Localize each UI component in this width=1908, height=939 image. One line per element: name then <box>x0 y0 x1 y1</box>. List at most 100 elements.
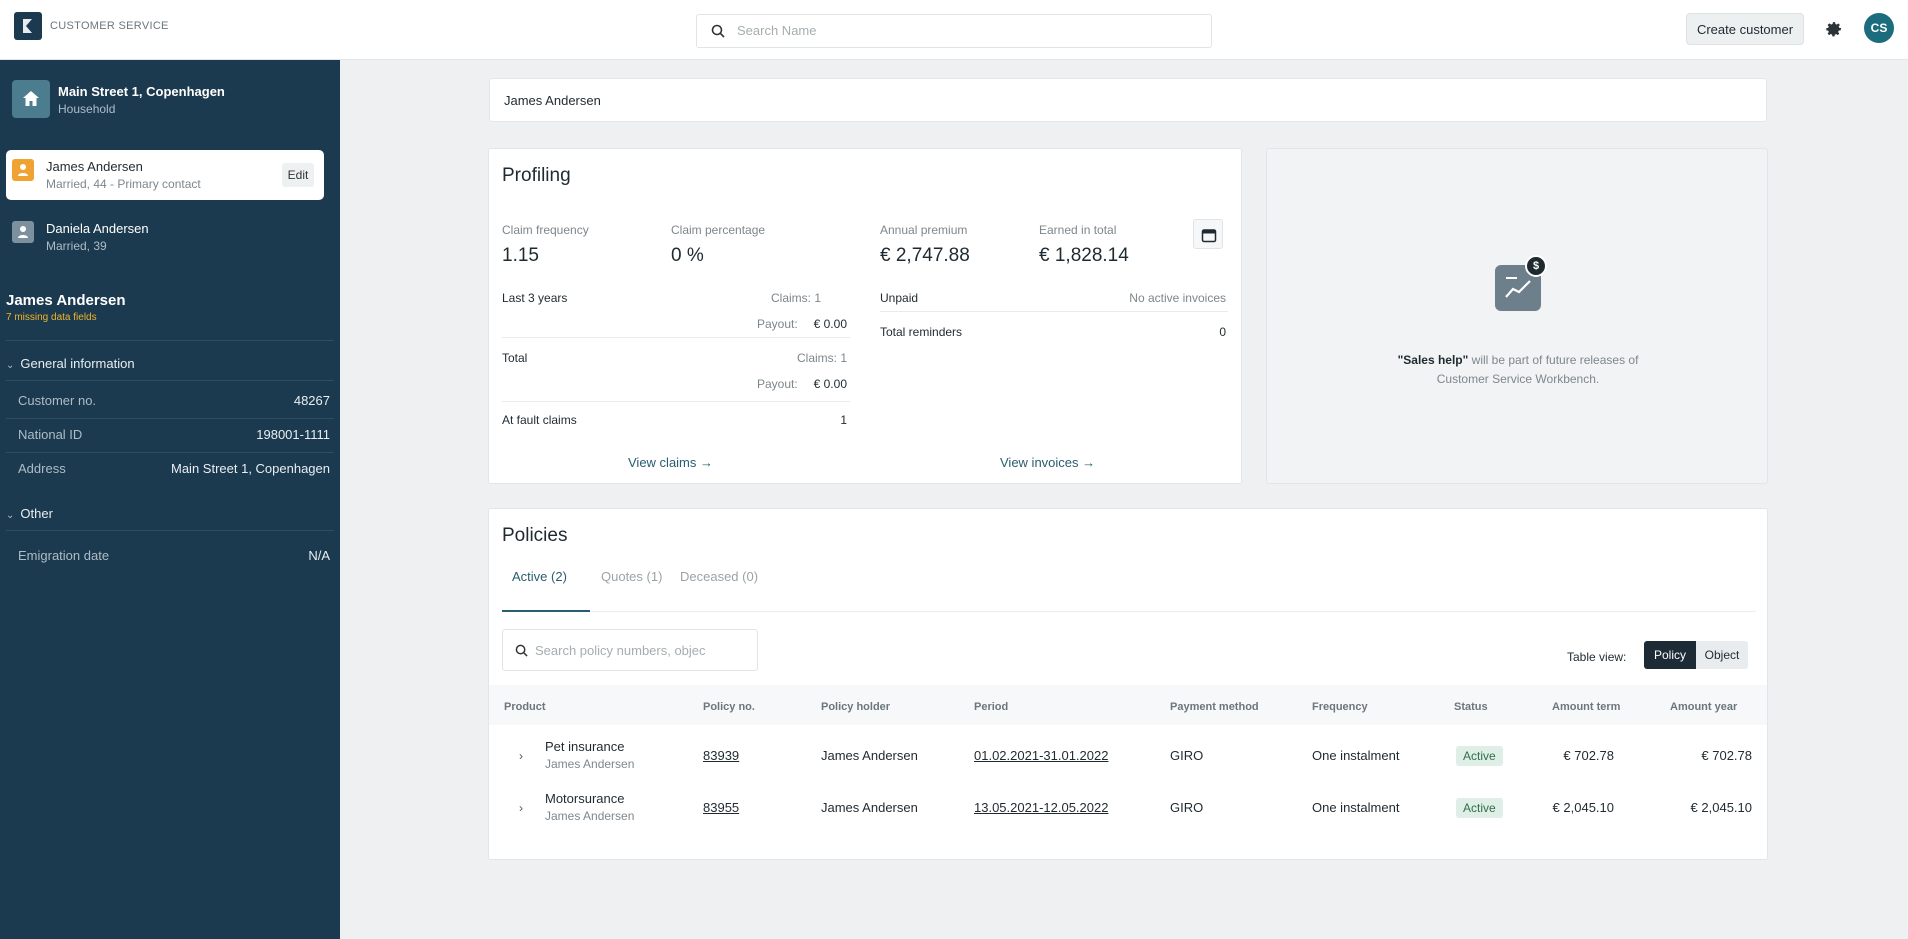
national-id-row: National ID 198001-1111 <box>18 418 330 452</box>
sales-help-bold: "Sales help" <box>1397 353 1469 367</box>
last-3-years-label: Last 3 years <box>502 291 568 305</box>
unpaid-label: Unpaid <box>880 291 919 305</box>
address-row: Address Main Street 1, Copenhagen <box>18 452 330 486</box>
policy-number-link[interactable]: 83955 <box>703 800 739 815</box>
section-other[interactable]: ⌄ Other <box>6 506 53 521</box>
period-link[interactable]: 13.05.2021-12.05.2022 <box>974 800 1108 815</box>
metric-label: Earned in total <box>1039 223 1117 237</box>
policy-number-link[interactable]: 83939 <box>703 748 739 763</box>
app-logo-icon[interactable] <box>14 12 42 40</box>
app-name: CUSTOMER SERVICE <box>50 20 169 32</box>
table-view-label: Table view: <box>1567 650 1627 664</box>
view-claims-link[interactable]: View claims → <box>628 455 713 470</box>
user-avatar[interactable]: CS <box>1864 13 1894 43</box>
table-row[interactable]: › Pet insurance James Andersen 83939 Jam… <box>489 731 1767 783</box>
divider <box>6 380 334 381</box>
table-row[interactable]: › Motorsurance James Andersen 83955 Jame… <box>489 783 1767 835</box>
chevron-right-icon[interactable]: › <box>519 801 523 815</box>
claim-frequency-metric: Claim frequency 1.15 <box>502 223 589 267</box>
view-invoices-link[interactable]: View invoices → <box>1000 455 1095 470</box>
divider <box>6 340 334 341</box>
total-label: Total <box>502 351 528 365</box>
home-icon <box>12 80 50 118</box>
policy-search[interactable] <box>502 629 758 671</box>
metric-label: Claim frequency <box>502 223 589 237</box>
chevron-down-icon: ⌄ <box>6 510 15 521</box>
field-label: Customer no. <box>18 393 97 408</box>
column-header[interactable]: Status <box>1454 701 1488 713</box>
column-header[interactable]: Amount term <box>1552 701 1620 713</box>
section-title: General information <box>20 356 135 371</box>
create-customer-button[interactable]: Create customer <box>1686 13 1804 45</box>
missing-fields-link[interactable]: 7 missing data fields <box>6 312 97 323</box>
view-object-toggle[interactable]: Object <box>1696 641 1748 669</box>
reminders-label: Total reminders <box>880 325 963 339</box>
search-icon <box>711 24 725 38</box>
chevron-right-icon[interactable]: › <box>519 749 523 763</box>
tab-active[interactable]: Active (2) <box>512 569 567 584</box>
calendar-icon <box>1201 229 1217 243</box>
member-james-andersen[interactable]: James Andersen Married, 44 - Primary con… <box>6 150 324 200</box>
emigration-date-row: Emigration date N/A <box>18 539 330 573</box>
customer-name-card: James Andersen <box>489 78 1767 122</box>
tab-deceased[interactable]: Deceased (0) <box>680 569 758 584</box>
total-payout: € 0.00 <box>813 377 847 391</box>
chevron-down-icon: ⌄ <box>6 360 15 371</box>
period-link[interactable]: 01.02.2021-31.01.2022 <box>974 748 1108 763</box>
field-label: National ID <box>18 427 83 442</box>
policy-search-input[interactable] <box>535 643 749 658</box>
household-item[interactable]: Main Street 1, Copenhagen Household <box>12 78 332 122</box>
last-3-years-payout-label: Payout: <box>757 317 798 331</box>
tabs-divider <box>502 611 1756 612</box>
at-fault-value: 1 <box>840 413 847 427</box>
sales-help-message: "Sales help" will be part of future rele… <box>1267 351 1769 389</box>
unpaid-value: No active invoices <box>1129 291 1226 305</box>
frequency: One instalment <box>1312 800 1400 815</box>
member-daniela-andersen[interactable]: Daniela Andersen Married, 39 <box>6 212 324 262</box>
column-header[interactable]: Period <box>974 701 1008 713</box>
policy-holder: James Andersen <box>821 800 918 815</box>
section-general-information[interactable]: ⌄ General information <box>6 356 135 371</box>
person-title: James Andersen <box>6 292 126 309</box>
metric-label: Annual premium <box>880 223 968 237</box>
field-value: 48267 <box>293 393 330 408</box>
amount-year: € 2,045.10 <box>1690 800 1752 815</box>
divider <box>502 401 850 402</box>
sales-help-card: $ "Sales help" will be part of future re… <box>1266 148 1768 484</box>
metric-value: 1.15 <box>502 245 539 266</box>
metric-value: € 2,747.88 <box>880 245 970 266</box>
field-label: Address <box>18 461 66 476</box>
policies-card: Policies Active (2) Quotes (1) Deceased … <box>488 508 1768 860</box>
active-tab-indicator <box>502 610 590 612</box>
household-address: Main Street 1, Copenhagen <box>58 84 225 99</box>
column-header[interactable]: Frequency <box>1312 701 1368 713</box>
gear-icon[interactable] <box>1822 18 1844 40</box>
column-header[interactable]: Amount year <box>1670 701 1737 713</box>
member-name: James Andersen <box>46 159 143 174</box>
column-header[interactable]: Payment method <box>1170 701 1259 713</box>
column-header[interactable]: Policy holder <box>821 701 890 713</box>
last-3-years-claims: Claims: 1 <box>770 291 821 305</box>
view-policy-toggle[interactable]: Policy <box>1644 641 1696 669</box>
claim-percentage-metric: Claim percentage 0 % <box>671 223 765 267</box>
sales-help-line1: will be part of future releases of <box>1468 353 1639 367</box>
sales-help-line2: Customer Service Workbench. <box>1436 372 1600 386</box>
metric-value: 0 % <box>671 245 704 266</box>
search-input[interactable] <box>737 23 1177 38</box>
at-fault-label: At fault claims <box>502 413 577 427</box>
global-search[interactable] <box>696 14 1212 48</box>
date-picker-button[interactable] <box>1193 219 1223 249</box>
field-value: N/A <box>308 548 330 563</box>
dollar-icon: $ <box>1525 255 1547 277</box>
status-badge: Active <box>1456 798 1503 818</box>
tab-quotes[interactable]: Quotes (1) <box>601 569 662 584</box>
person-icon <box>12 159 34 181</box>
total-claims: Claims: 1 <box>796 351 847 365</box>
column-header[interactable]: Product <box>504 701 546 713</box>
field-value: Main Street 1, Copenhagen <box>171 461 330 476</box>
member-detail: Married, 39 <box>46 239 107 253</box>
column-header[interactable]: Policy no. <box>703 701 755 713</box>
divider <box>502 337 850 338</box>
top-bar: CUSTOMER SERVICE Create customer CS <box>0 0 1908 60</box>
edit-member-button[interactable]: Edit <box>282 163 314 187</box>
